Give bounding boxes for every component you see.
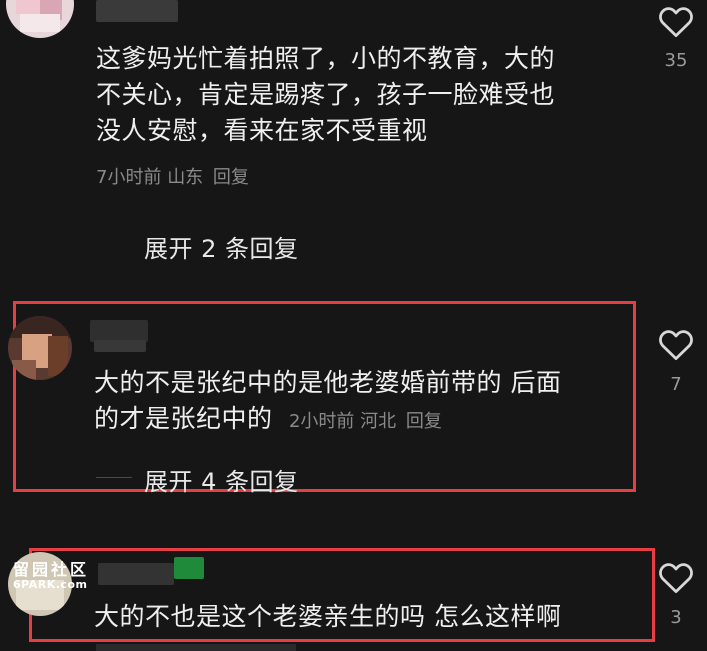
avatar[interactable] xyxy=(6,0,74,38)
comment-location: 山东 xyxy=(167,167,204,188)
heart-outline-icon[interactable] xyxy=(657,560,695,594)
heart-outline-icon[interactable] xyxy=(657,4,695,38)
like-count: 3 xyxy=(670,607,682,628)
reply-button[interactable]: 回复 xyxy=(213,167,249,188)
comment-meta-cutoff xyxy=(96,644,296,651)
comment-text: 这爹妈光忙着拍照了，小的不教育，大的 不关心，肯定是踢疼了，孩子一脸难受也 没人… xyxy=(96,44,556,145)
avatar[interactable] xyxy=(8,316,72,380)
username-blurred[interactable] xyxy=(96,0,178,22)
watermark-en: 6PARK.com xyxy=(13,578,88,591)
expand-replies-button[interactable]: 展开 2 条回复 xyxy=(144,229,299,264)
reply-divider xyxy=(96,477,132,478)
heart-outline-icon[interactable] xyxy=(657,327,695,361)
comment-time: 7小时前 xyxy=(96,167,162,188)
like-count: 35 xyxy=(664,50,688,71)
comment-time: 2小时前 xyxy=(288,411,355,432)
like-count: 7 xyxy=(670,374,682,395)
user-badge xyxy=(174,557,204,579)
comment-text: 大的不也是这个老婆亲生的吗 怎么这样啊 xyxy=(94,602,562,631)
expand-replies-button[interactable]: 展开 4 条回复 xyxy=(144,462,299,497)
comment-location: 河北 xyxy=(360,411,397,432)
watermark: 留园社区 6PARK.com xyxy=(13,556,89,591)
watermark-cn: 留园社区 xyxy=(13,560,90,579)
reply-button[interactable]: 回复 xyxy=(406,411,442,432)
username-blurred[interactable] xyxy=(98,563,174,585)
comment-meta: 7小时前 山东 回复 xyxy=(96,164,249,192)
username-blurred-tag xyxy=(94,340,146,352)
username-blurred[interactable] xyxy=(90,320,148,342)
comment-text: 大的不是张纪中的是他老婆婚前带的 后面 的才是张纪中的 2小时前 河北 回复 xyxy=(94,368,562,433)
